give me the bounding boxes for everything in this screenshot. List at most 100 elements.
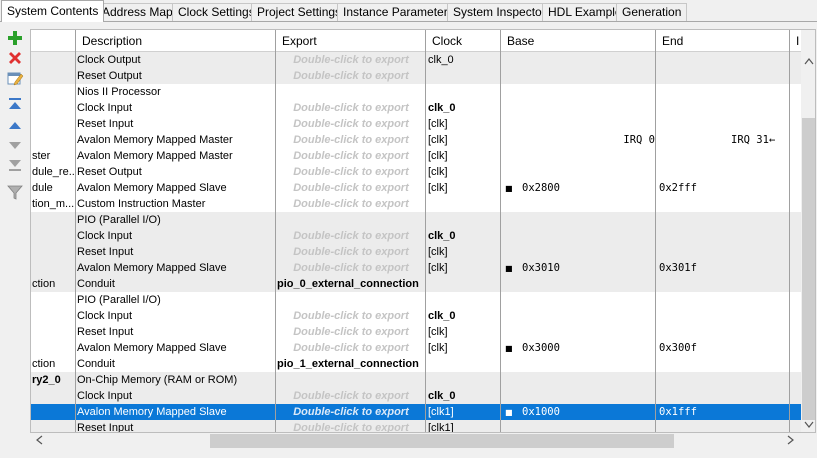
add-icon[interactable] <box>6 29 26 47</box>
row-clock[interactable]: [clk] <box>428 148 498 164</box>
row-clock[interactable]: clk_0 <box>428 52 498 68</box>
table-row[interactable]: ster Avalon Memory Mapped Master Double-cl… <box>31 148 801 164</box>
table-row[interactable]: ction Conduit pio_0_external_connection <box>31 276 801 292</box>
row-clock[interactable]: clk_0 <box>428 228 498 244</box>
row-export[interactable]: Double-click to export <box>277 340 425 356</box>
table-row[interactable]: ction Conduit pio_1_external_connection <box>31 356 801 372</box>
tab-system-inspector[interactable]: System Inspector <box>447 3 552 21</box>
column-header-export[interactable]: Export <box>277 30 317 52</box>
lock-icon[interactable]: ■ <box>505 341 515 356</box>
row-base[interactable]: ■ 0x3000 <box>501 340 653 356</box>
row-export[interactable]: Double-click to export <box>277 100 425 116</box>
row-clock[interactable]: clk_0 <box>428 388 498 404</box>
row-clock[interactable]: [clk] <box>428 244 498 260</box>
row-clock[interactable]: [clk] <box>428 180 498 196</box>
tab-hdl-example[interactable]: HDL Example <box>542 3 628 21</box>
row-export[interactable]: Double-click to export <box>277 260 425 276</box>
row-export[interactable]: Double-click to export <box>277 196 425 212</box>
row-clock[interactable]: [clk1] <box>428 404 498 420</box>
row-export[interactable]: Double-click to export <box>277 132 425 148</box>
table-row[interactable]: Reset Input Double-click to export [clk] <box>31 324 801 340</box>
row-clock[interactable]: clk_0 <box>428 100 498 116</box>
tab-instance-parameters[interactable]: Instance Parameters <box>337 3 460 21</box>
row-clock[interactable]: [clk] <box>428 164 498 180</box>
row-export[interactable]: Double-click to export <box>277 68 425 84</box>
tab-system-contents[interactable]: System Contents <box>1 0 105 22</box>
move-up-icon[interactable] <box>6 116 26 134</box>
table-row[interactable]: Avalon Memory Mapped Slave Double-click t… <box>31 340 801 356</box>
row-clock[interactable]: [clk] <box>428 340 498 356</box>
table-row[interactable]: Clock Input Double-click to export clk_0 <box>31 100 801 116</box>
row-clock[interactable]: [clk] <box>428 116 498 132</box>
column-header-irq[interactable]: I <box>791 30 799 52</box>
scroll-down-button[interactable] <box>801 420 815 432</box>
row-export[interactable]: pio_1_external_connection <box>277 356 425 372</box>
scroll-left-button[interactable] <box>32 433 46 449</box>
row-export[interactable]: Double-click to export <box>277 308 425 324</box>
column-header-base[interactable]: Base <box>502 30 534 52</box>
table-row[interactable]: tion_m... Custom Instruction Master Double… <box>31 196 801 212</box>
column-header-end[interactable]: End <box>657 30 683 52</box>
move-to-top-icon[interactable] <box>6 95 26 113</box>
scroll-up-button[interactable] <box>801 56 815 70</box>
vertical-scroll-thumb[interactable] <box>802 118 815 420</box>
move-to-bottom-icon[interactable] <box>6 156 26 174</box>
row-end[interactable]: 0x1fff <box>658 404 795 420</box>
column-header-description[interactable]: Description <box>77 30 142 52</box>
scroll-right-button[interactable] <box>784 433 798 449</box>
row-export[interactable]: Double-click to export <box>277 180 425 196</box>
lock-icon[interactable]: ■ <box>505 405 515 420</box>
row-export[interactable]: Double-click to export <box>277 52 425 68</box>
table-row[interactable]: Avalon Memory Mapped Master Double-click … <box>31 132 801 148</box>
tab-project-settings[interactable]: Project Settings <box>251 3 348 21</box>
row-export[interactable]: Double-click to export <box>277 420 425 432</box>
table-row[interactable]: Clock Input Double-click to export clk_0 <box>31 388 801 404</box>
horizontal-scroll-thumb[interactable] <box>210 434 674 448</box>
tab-clock-settings[interactable]: Clock Settings <box>172 3 261 21</box>
tab-address-map[interactable]: Address Map <box>96 3 179 21</box>
table-row[interactable]: dule Avalon Memory Mapped Slave Double-cli… <box>31 180 801 196</box>
tab-generation[interactable]: Generation <box>616 3 688 21</box>
row-clock[interactable]: [clk1] <box>428 420 498 432</box>
row-export[interactable]: pio_0_external_connection <box>277 276 425 292</box>
row-clock[interactable]: [clk] <box>428 324 498 340</box>
row-export[interactable]: Double-click to export <box>277 324 425 340</box>
row-export[interactable]: Double-click to export <box>277 116 425 132</box>
row-end[interactable]: 0x300f <box>658 340 795 356</box>
row-end[interactable]: 0x2fff <box>658 180 795 196</box>
row-clock[interactable]: [clk] <box>428 260 498 276</box>
table-row[interactable]: ry2_0 On-Chip Memory (RAM or ROM) <box>31 372 801 388</box>
table-row[interactable]: Avalon Memory Mapped Slave Double-click t… <box>31 404 801 420</box>
table-row[interactable]: Reset Input Double-click to export [clk1] <box>31 420 801 432</box>
row-export[interactable]: Double-click to export <box>277 148 425 164</box>
vertical-scrollbar[interactable] <box>801 30 815 432</box>
table-row[interactable]: Clock Output Double-click to export clk_0 <box>31 52 801 68</box>
table-row[interactable]: PIO (Parallel I/O) <box>31 212 801 228</box>
row-export[interactable]: Double-click to export <box>277 164 425 180</box>
table-row[interactable]: Reset Input Double-click to export [clk] <box>31 244 801 260</box>
table-row[interactable]: Nios II Processor <box>31 84 801 100</box>
horizontal-scrollbar[interactable] <box>30 433 800 449</box>
row-base[interactable]: ■ 0x2800 <box>501 180 653 196</box>
table-row[interactable]: PIO (Parallel I/O) <box>31 292 801 308</box>
row-export[interactable]: Double-click to export <box>277 244 425 260</box>
lock-icon[interactable]: ■ <box>505 181 515 196</box>
row-base[interactable]: ■ 0x1000 <box>501 404 653 420</box>
row-clock[interactable]: [clk] <box>428 132 498 148</box>
column-header-clock[interactable]: Clock <box>427 30 462 52</box>
table-row[interactable]: Avalon Memory Mapped Slave Double-click t… <box>31 260 801 276</box>
table-row[interactable]: Reset Input Double-click to export [clk] <box>31 116 801 132</box>
table-row[interactable]: Clock Input Double-click to export clk_0 <box>31 228 801 244</box>
table-row[interactable]: Reset Output Double-click to export <box>31 68 801 84</box>
row-clock[interactable]: clk_0 <box>428 308 498 324</box>
row-end[interactable]: 0x301f <box>658 260 795 276</box>
lock-icon[interactable]: ■ <box>505 261 515 276</box>
move-down-icon[interactable] <box>6 136 26 154</box>
table-row[interactable]: Clock Input Double-click to export clk_0 <box>31 308 801 324</box>
table-row[interactable]: dule_re... Reset Output Double-click to ex… <box>31 164 801 180</box>
remove-icon[interactable] <box>6 49 26 67</box>
edit-icon[interactable] <box>6 69 26 87</box>
row-base[interactable]: ■ 0x3010 <box>501 260 653 276</box>
row-export[interactable]: Double-click to export <box>277 404 425 420</box>
row-export[interactable]: Double-click to export <box>277 388 425 404</box>
